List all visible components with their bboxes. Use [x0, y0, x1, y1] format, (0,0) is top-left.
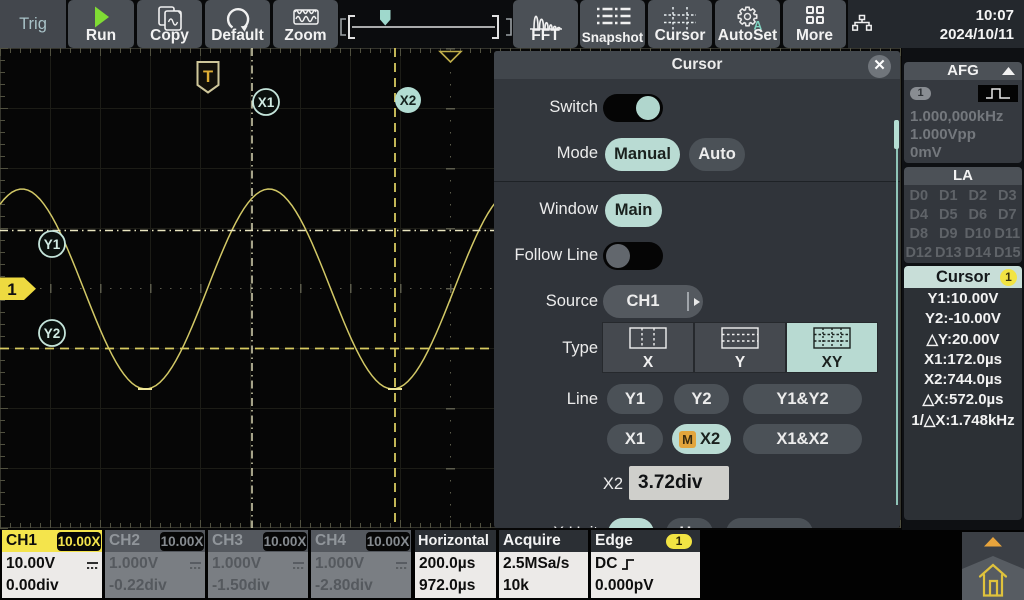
svg-text:XY: XY	[822, 354, 843, 371]
svg-text:Y: Y	[735, 354, 746, 371]
svg-text:X2: X2	[400, 93, 417, 108]
svg-text:X1: X1	[258, 95, 275, 110]
svg-text:1: 1	[7, 280, 16, 299]
svg-text:Y1: Y1	[44, 237, 61, 252]
svg-text:Y2: Y2	[44, 326, 61, 341]
svg-text:X: X	[643, 354, 654, 371]
svg-text:T: T	[203, 68, 213, 86]
